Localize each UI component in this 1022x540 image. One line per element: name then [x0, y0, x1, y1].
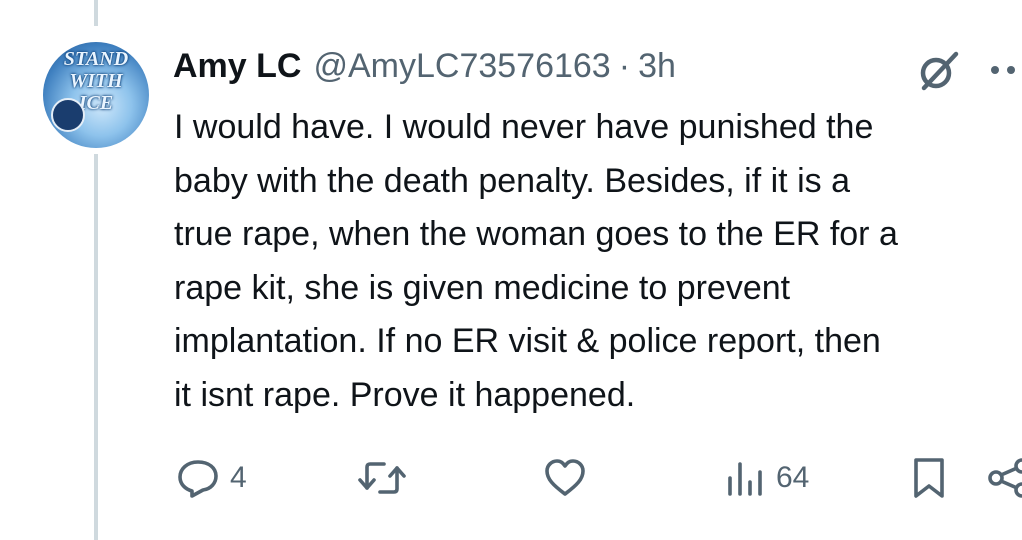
bookmark-button[interactable] — [910, 456, 948, 500]
user-handle[interactable]: @AmyLC73576163 — [313, 47, 610, 86]
repost-icon — [356, 458, 408, 498]
tweet-text: I would have. I would never have punishe… — [174, 101, 1022, 422]
views-button[interactable]: 64 — [726, 456, 809, 500]
display-name[interactable]: Amy LC — [173, 47, 301, 86]
tweet-text-line: rape kit, she is given medicine to preve… — [174, 268, 791, 307]
tweet-header: Amy LC @AmyLC73576163 · 3h — [173, 44, 676, 88]
timestamp[interactable]: 3h — [638, 47, 676, 86]
more-icon[interactable] — [986, 60, 1022, 80]
reply-icon — [176, 458, 220, 498]
tweet-text-line: I would have. I would never have punishe… — [174, 108, 874, 146]
tweet-text-line: true rape, when the woman goes to the ER… — [174, 215, 898, 253]
like-icon — [543, 458, 587, 498]
views-icon — [726, 458, 766, 498]
thread-line-top — [94, 0, 98, 26]
share-button[interactable] — [986, 456, 1022, 500]
tweet-text-line: implantation. If no ER visit & police re… — [174, 322, 881, 360]
grok-icon[interactable] — [916, 48, 962, 94]
share-icon — [986, 458, 1022, 498]
separator-dot: · — [618, 46, 631, 85]
tweet-text-line: baby with the death penalty. Besides, if… — [174, 161, 850, 200]
tweet-text-line: it isnt rape. Prove it happened. — [174, 375, 636, 414]
bookmark-icon — [910, 456, 948, 500]
like-button[interactable] — [543, 456, 597, 500]
reply-button[interactable]: 4 — [176, 456, 247, 500]
seal-icon — [51, 98, 85, 132]
repost-button[interactable] — [356, 456, 418, 500]
thread-line-bottom — [94, 154, 98, 540]
reply-count: 4 — [230, 461, 247, 494]
views-count: 64 — [776, 461, 810, 494]
avatar[interactable]: STAND WITH ICE — [43, 42, 149, 148]
